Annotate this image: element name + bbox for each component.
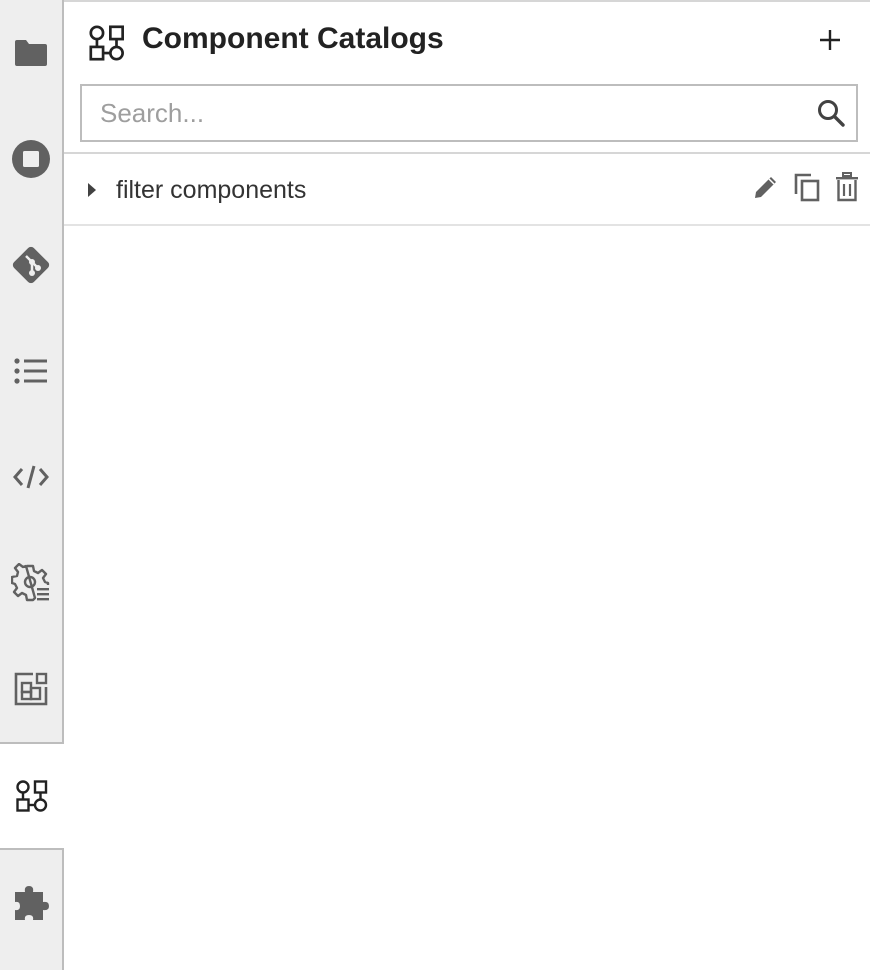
tab-file-browser[interactable] xyxy=(0,0,62,106)
tab-component-catalogs[interactable] xyxy=(0,742,64,850)
list-item[interactable]: filter components xyxy=(64,154,870,226)
tab-code-snippets[interactable] xyxy=(0,424,62,530)
component-catalog-icon xyxy=(88,24,126,62)
puzzle-icon xyxy=(12,884,50,922)
component-catalog-icon xyxy=(15,779,49,813)
edit-button[interactable] xyxy=(750,172,782,206)
edit-icon xyxy=(752,173,780,206)
search-input[interactable] xyxy=(82,86,802,140)
delete-button[interactable] xyxy=(831,171,863,207)
tab-extensions[interactable] xyxy=(0,850,62,956)
search-box xyxy=(80,84,858,142)
tab-git[interactable] xyxy=(0,212,62,318)
tab-runtimes[interactable] xyxy=(0,530,62,636)
trash-icon xyxy=(834,171,860,207)
page-title: Component Catalogs xyxy=(142,22,444,55)
list-icon xyxy=(13,356,49,386)
tab-table-of-contents[interactable] xyxy=(0,318,62,424)
tab-running-sessions[interactable] xyxy=(0,106,62,212)
panel-header: Component Catalogs xyxy=(64,2,870,84)
caret-right-icon[interactable] xyxy=(84,180,100,200)
tab-runtime-images[interactable] xyxy=(0,636,62,742)
plus-icon xyxy=(819,29,841,56)
code-icon xyxy=(12,463,50,491)
git-icon xyxy=(9,243,53,287)
image-build-icon xyxy=(13,671,49,707)
duplicate-button[interactable] xyxy=(791,172,823,206)
search-icon[interactable] xyxy=(816,98,846,128)
add-catalog-button[interactable] xyxy=(812,24,848,60)
component-catalogs-panel: Component Catalogs Search... filter comp… xyxy=(64,0,870,970)
activity-bar xyxy=(0,0,64,970)
copy-icon xyxy=(793,172,821,207)
folder-icon xyxy=(13,38,49,68)
app-root: Component Catalogs Search... filter comp… xyxy=(0,0,870,970)
catalog-label: filter components xyxy=(116,176,307,204)
settings-list-icon xyxy=(11,563,51,603)
stop-circle-icon xyxy=(11,139,51,179)
